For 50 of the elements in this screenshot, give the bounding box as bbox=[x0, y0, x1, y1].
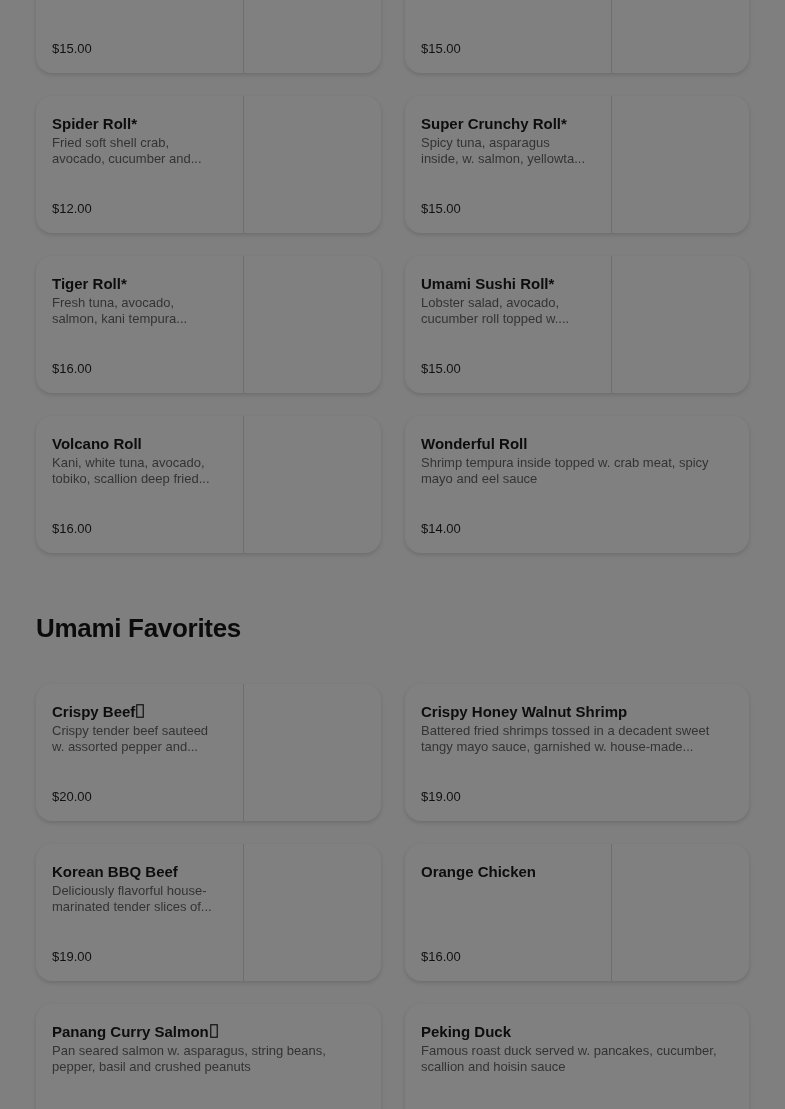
item-name: Crispy Beef bbox=[52, 702, 136, 720]
menu-item-card[interactable]: Spider Roll* Fried soft shell crab, avocado, cucumber and... $12.00 bbox=[36, 96, 381, 233]
item-description: Fried soft shell crab, avocado, cucumber and... bbox=[52, 135, 202, 167]
menu-item-card[interactable]: Panang Curry Salmon Pan seared salmon w. asparagus, string beans, pepper, basil and crushed peanuts bbox=[36, 1004, 381, 1109]
item-description: Deliciously flavorful house- marinated tender slices of... bbox=[52, 883, 212, 915]
item-description: Spicy tuna, asparagus inside, w. salmon, yellowta... bbox=[421, 135, 586, 167]
item-name: Crispy Honey Walnut Shrimp bbox=[421, 702, 628, 720]
item-price: $20.00 bbox=[52, 789, 93, 804]
menu-item-card[interactable]: Wonderful Roll Shrimp tempura inside topped w. crab meat, spicy mayo and eel sauce $14.00 bbox=[405, 416, 749, 553]
item-price: $15.00 bbox=[52, 41, 93, 56]
menu-item-card[interactable]: Volcano Roll Kani, white tuna, avocado, tobiko, scallion deep fried... $16.00 bbox=[36, 416, 381, 553]
menu-item-card[interactable]: $15.00 bbox=[36, 0, 381, 73]
item-name: Volcano Roll bbox=[52, 434, 142, 452]
item-price: $12.00 bbox=[52, 201, 93, 216]
item-price: $15.00 bbox=[421, 41, 462, 56]
item-name: Orange Chicken bbox=[421, 862, 537, 880]
menu-item-card[interactable]: Crispy Honey Walnut Shrimp Battered fried shrimps tossed in a decadent sweet tangy mayo sauce, garnished w. house-made... $19.00 bbox=[405, 684, 749, 821]
item-name: Umami Sushi Roll* bbox=[421, 274, 555, 292]
item-price: $19.00 bbox=[52, 949, 93, 964]
item-price: $16.00 bbox=[52, 361, 93, 376]
item-price: $16.00 bbox=[52, 521, 93, 536]
item-price: $19.00 bbox=[421, 789, 462, 804]
item-name: Wonderful Roll bbox=[421, 434, 528, 452]
item-name: Super Crunchy Roll* bbox=[421, 114, 567, 132]
item-description: Kani, white tuna, avocado, tobiko, scallion deep fried... bbox=[52, 455, 210, 487]
item-description: Fresh tuna, avocado, salmon, kani tempura... bbox=[52, 295, 188, 327]
menu-item-card[interactable]: Peking Duck Famous roast duck served w. pancakes, cucumber, scallion and hoisin sauce bbox=[405, 1004, 749, 1109]
item-price: $15.00 bbox=[421, 361, 462, 376]
item-description: Crispy tender beef sauteed w. assorted pepper and... bbox=[52, 723, 209, 755]
menu-item-card[interactable]: Super Crunchy Roll* Spicy tuna, asparagus inside, w. salmon, yellowta... $15.00 bbox=[405, 96, 749, 233]
item-name: Tiger Roll* bbox=[52, 274, 127, 292]
item-name: Peking Duck bbox=[421, 1022, 512, 1040]
menu-item-card[interactable]: Umami Sushi Roll* Lobster salad, avocado, cucumber roll topped w.... $15.00 bbox=[405, 256, 749, 393]
menu-item-card[interactable]: Korean BBQ Beef Deliciously flavorful house- marinated tender slices of... $19.00 bbox=[36, 844, 381, 981]
menu-item-card[interactable]: Orange Chicken $16.00 bbox=[405, 844, 749, 981]
item-name: Spider Roll* bbox=[52, 114, 137, 132]
item-description: Pan seared salmon w. asparagus, string beans, pepper, basil and crushed peanuts bbox=[52, 1043, 326, 1075]
item-name: Panang Curry Salmon bbox=[52, 1022, 209, 1040]
item-name: Korean BBQ Beef bbox=[52, 862, 178, 880]
item-description: Shrimp tempura inside topped w. crab meat, spicy mayo and eel sauce bbox=[421, 455, 709, 487]
menu-item-card[interactable]: Crispy Beef Crispy tender beef sauteed w. assorted pepper and... $20.00 bbox=[36, 684, 381, 821]
item-price: $14.00 bbox=[421, 521, 462, 536]
item-description: Battered fried shrimps tossed in a decadent sweet tangy mayo sauce, garnished w. house-made... bbox=[421, 723, 710, 755]
menu-item-card[interactable]: $15.00 bbox=[405, 0, 749, 73]
item-description: Famous roast duck served w. pancakes, cucumber, scallion and hoisin sauce bbox=[421, 1043, 717, 1075]
item-price: $15.00 bbox=[421, 201, 462, 216]
item-price: $16.00 bbox=[421, 949, 462, 964]
menu-item-card[interactable]: Tiger Roll* Fresh tuna, avocado, salmon, kani tempura... $16.00 bbox=[36, 256, 381, 393]
item-description: Lobster salad, avocado, cucumber roll topped w.... bbox=[421, 295, 570, 327]
section-heading: Umami Favorites bbox=[36, 613, 243, 643]
